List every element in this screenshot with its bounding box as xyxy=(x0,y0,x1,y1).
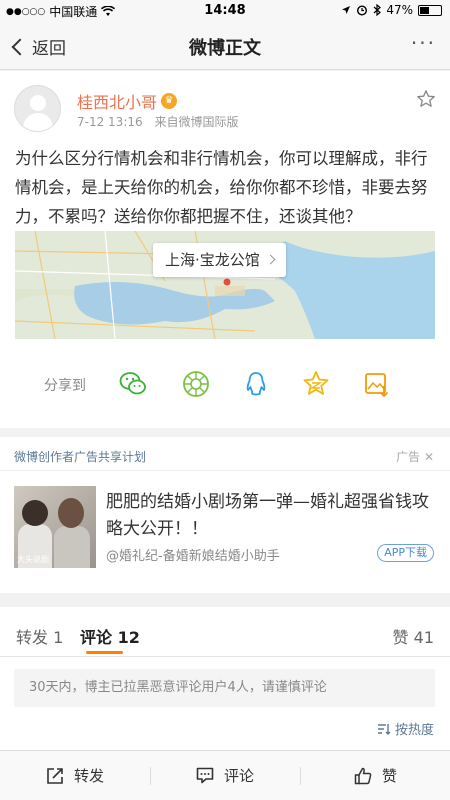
battery-percent: 47% xyxy=(386,3,413,17)
tab-repost-count: 1 xyxy=(53,628,64,647)
app-download-button[interactable]: APP下载 xyxy=(377,544,434,562)
avatar[interactable] xyxy=(14,85,61,132)
tab-comments-label: 评论 xyxy=(80,628,113,647)
wechat-icon[interactable] xyxy=(118,369,148,399)
vip-badge-icon: ♛ xyxy=(161,93,178,109)
avatar-body xyxy=(23,113,53,131)
repost-button[interactable]: 转发 xyxy=(46,765,104,786)
person-head xyxy=(22,500,48,526)
comment-label: 评论 xyxy=(224,767,255,785)
post-meta: 7-12 13:16 来自微博国际版 xyxy=(77,113,246,130)
favorite-star-icon[interactable] xyxy=(416,89,436,109)
qq-icon[interactable] xyxy=(241,369,271,399)
ad-tag-label: 广告 xyxy=(396,450,421,464)
post-source: 来自微博国际版 xyxy=(154,115,239,129)
sort-label: 按热度 xyxy=(394,723,434,738)
thumbnail-caption: 大头说剧 xyxy=(17,555,49,564)
person-figure xyxy=(54,526,90,568)
ad-source: @婚礼纪-备婚新娘结婚小助手 xyxy=(106,549,280,564)
status-bar: ●●○○○ 中国联通 14:48 47% xyxy=(0,0,450,22)
tab-comments[interactable]: 评论 12 xyxy=(80,624,140,648)
person-head xyxy=(58,498,84,528)
like-label: 赞 xyxy=(382,767,398,785)
repost-label: 转发 xyxy=(74,767,105,785)
alarm-icon xyxy=(357,5,368,16)
ad-divider xyxy=(0,470,450,471)
tab-comments-count: 12 xyxy=(117,628,140,647)
ad-title[interactable]: 肥肥的结婚小剧场第一弹—婚礼超强省钱攻略大公开！！ xyxy=(106,489,436,543)
nav-bar: 返回 微博正文 ··· xyxy=(0,22,450,70)
location-arrow-icon xyxy=(342,6,351,14)
bottom-action-bar: 转发 评论 赞 xyxy=(0,750,450,800)
chevron-right-icon xyxy=(265,254,276,265)
post-tabs: 转发 1 评论 12 赞 41 xyxy=(0,607,450,657)
tab-likes-label: 赞 xyxy=(392,628,409,647)
status-right: 47% xyxy=(341,3,442,17)
page-title: 微博正文 xyxy=(189,38,261,59)
bluetooth-icon xyxy=(373,4,382,16)
close-icon[interactable]: ✕ xyxy=(424,450,434,464)
tab-likes-count: 41 xyxy=(413,628,434,647)
tab-repost-label: 转发 xyxy=(16,628,49,647)
post-date: 7-12 13:16 xyxy=(77,115,143,129)
battery-fill xyxy=(420,6,430,14)
ad-program-label: 微博创作者广告共享计划 xyxy=(14,450,147,464)
ad-tag[interactable]: 广告 ✕ xyxy=(396,448,434,465)
location-label[interactable]: 上海·宝龙公馆 xyxy=(153,243,286,277)
tab-repost[interactable]: 转发 1 xyxy=(16,624,63,648)
sort-button[interactable]: 按热度 xyxy=(377,719,434,738)
username: 桂西北小哥 xyxy=(77,93,158,112)
location-map[interactable]: 上海·宝龙公馆 xyxy=(15,231,435,339)
username-link[interactable]: 桂西北小哥 ♛ xyxy=(77,89,178,113)
tab-likes[interactable]: 赞 41 xyxy=(393,624,434,648)
share-label: 分享到 xyxy=(44,378,86,394)
comments-section: 30天内，博主已拉黑恶意评论用户4人，请谨慎评论 按热度 xyxy=(0,657,450,750)
post-card: 桂西北小哥 ♛ 7-12 13:16 来自微博国际版 为什么区分行情机会和非行情… xyxy=(0,71,450,428)
divider xyxy=(150,767,151,785)
thumbs-up-icon xyxy=(354,767,372,784)
avatar-head xyxy=(30,95,46,111)
ad-thumbnail[interactable]: 大头说剧 xyxy=(14,486,96,568)
comment-notice: 30天内，博主已拉黑恶意评论用户4人，请谨慎评论 xyxy=(14,669,435,707)
ad-card[interactable]: 微博创作者广告共享计划 广告 ✕ 大头说剧 肥肥的结婚小剧场第一弹—婚礼超强省钱… xyxy=(0,437,450,593)
comment-icon xyxy=(196,767,214,784)
share-row: 分享到 xyxy=(0,365,450,405)
more-button[interactable]: ··· xyxy=(411,33,436,53)
post-text: 为什么区分行情机会和非行情机会，你可以理解成，非行情机会，是上天给你的机会，给你… xyxy=(15,149,428,226)
save-image-icon[interactable] xyxy=(362,369,392,399)
comment-button[interactable]: 评论 xyxy=(196,765,254,786)
sort-icon xyxy=(377,723,391,735)
battery-icon xyxy=(418,4,442,16)
repost-icon xyxy=(47,767,63,784)
active-tab-indicator xyxy=(86,651,123,654)
moments-icon[interactable] xyxy=(181,369,211,399)
divider xyxy=(300,767,301,785)
like-button[interactable]: 赞 xyxy=(354,765,397,786)
location-name: 上海·宝龙公馆 xyxy=(165,251,260,269)
qzone-star-icon[interactable] xyxy=(301,369,331,399)
